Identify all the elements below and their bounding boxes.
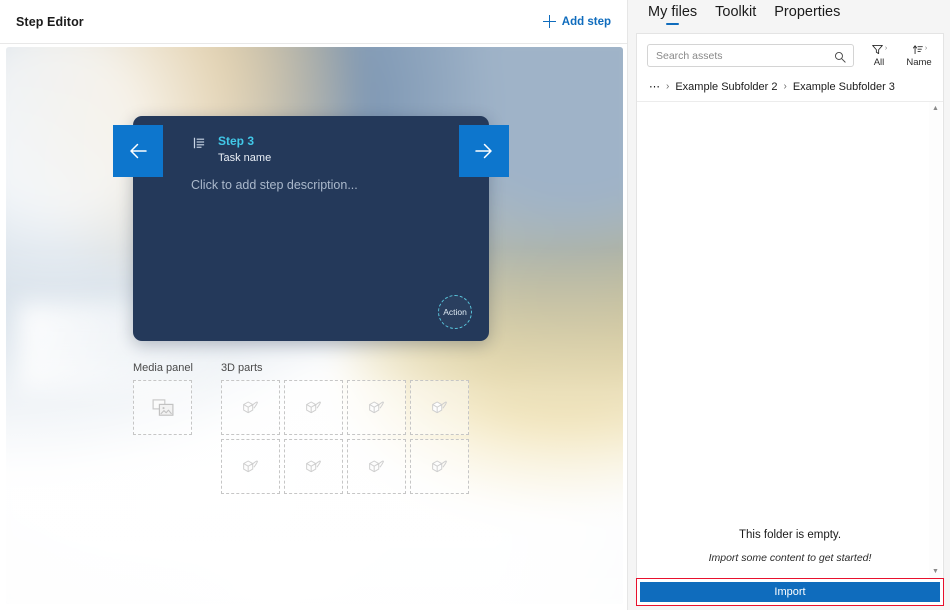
part-slot[interactable] — [410, 439, 469, 494]
search-input[interactable] — [656, 50, 829, 62]
breadcrumb-item-subfolder-3[interactable]: Example Subfolder 3 — [793, 81, 895, 93]
part-slot[interactable] — [221, 380, 280, 435]
3d-part-icon — [240, 457, 260, 477]
part-slot[interactable] — [347, 380, 406, 435]
assets-toolbar: › All › Name — [637, 34, 943, 74]
add-step-button[interactable]: Add step — [541, 12, 613, 31]
part-slot[interactable] — [284, 439, 343, 494]
media-panel-slot[interactable] — [133, 380, 192, 435]
step-editor-pane: Step Editor Add step — [0, 0, 628, 610]
part-slot[interactable] — [347, 439, 406, 494]
funnel-icon — [871, 43, 884, 56]
assets-pane: My files Toolkit Properties — [628, 0, 950, 610]
tab-toolkit[interactable]: Toolkit — [715, 4, 756, 27]
3d-part-icon — [366, 457, 386, 477]
import-highlight: Import — [636, 578, 944, 606]
3d-part-icon — [429, 457, 449, 477]
search-icon — [834, 50, 846, 68]
page-title: Step Editor — [16, 15, 84, 29]
assets-tabs: My files Toolkit Properties — [628, 0, 950, 33]
list-icon — [193, 136, 207, 150]
editor-header: Step Editor Add step — [0, 0, 627, 44]
file-list-area: This folder is empty. Import some conten… — [637, 102, 943, 578]
action-button[interactable]: Action — [438, 295, 472, 329]
media-panel-group: Media panel — [133, 362, 193, 435]
next-step-button[interactable] — [459, 125, 509, 177]
step-description-placeholder[interactable]: Click to add step description... — [191, 178, 358, 192]
asset-strips: Media panel 3D parts — [133, 362, 469, 494]
media-panel-label: Media panel — [133, 362, 193, 374]
assets-panel-body: › All › Name ⋯ › — [636, 33, 944, 578]
parts-panel-group: 3D parts — [221, 362, 469, 494]
tab-properties[interactable]: Properties — [774, 4, 840, 27]
arrow-left-icon — [126, 139, 150, 163]
step-number-label: Step 3 — [218, 134, 271, 149]
previous-step-button[interactable] — [113, 125, 163, 177]
filter-caret-icon: › — [885, 43, 887, 55]
filter-label: All — [874, 57, 885, 68]
search-box[interactable] — [647, 44, 854, 67]
parts-panel-label: 3D parts — [221, 362, 469, 374]
breadcrumb-overflow[interactable]: ⋯ — [649, 80, 660, 93]
sort-icon — [911, 43, 924, 56]
step-editor-app: Step Editor Add step — [0, 0, 950, 610]
step-header: Step 3 Task name — [193, 134, 271, 166]
3d-part-icon — [303, 398, 323, 418]
part-slot[interactable] — [221, 439, 280, 494]
tab-my-files[interactable]: My files — [648, 4, 697, 27]
caret-up-icon[interactable]: ▲ — [932, 105, 939, 112]
import-button[interactable]: Import — [640, 582, 940, 602]
caret-down-icon[interactable]: ▼ — [932, 568, 939, 575]
arrow-right-icon — [472, 139, 496, 163]
parts-grid — [221, 380, 469, 494]
media-image-icon — [152, 399, 174, 417]
assets-scrollbar[interactable]: ▲ ▼ — [929, 102, 942, 578]
breadcrumb-separator: › — [666, 81, 669, 92]
part-slot[interactable] — [284, 380, 343, 435]
empty-state-subtitle: Import some content to get started! — [709, 552, 872, 564]
plus-icon — [543, 15, 556, 28]
filter-button[interactable]: › All — [864, 43, 894, 68]
breadcrumb-item-subfolder-2[interactable]: Example Subfolder 2 — [675, 81, 777, 93]
3d-part-icon — [240, 398, 260, 418]
sort-label: Name — [906, 57, 931, 68]
3d-part-icon — [429, 398, 449, 418]
editor-canvas[interactable]: Step 3 Task name Click to add step descr… — [6, 47, 623, 604]
breadcrumb-separator: › — [783, 81, 786, 92]
sort-caret-icon: › — [925, 43, 927, 55]
sort-button[interactable]: › Name — [904, 43, 934, 68]
3d-part-icon — [303, 457, 323, 477]
breadcrumb: ⋯ › Example Subfolder 2 › Example Subfol… — [637, 74, 943, 102]
empty-state-title: This folder is empty. — [739, 529, 841, 541]
task-name-label: Task name — [218, 150, 271, 166]
add-step-label: Add step — [562, 16, 611, 28]
step-card[interactable]: Step 3 Task name Click to add step descr… — [133, 116, 489, 341]
part-slot[interactable] — [410, 380, 469, 435]
3d-part-icon — [366, 398, 386, 418]
